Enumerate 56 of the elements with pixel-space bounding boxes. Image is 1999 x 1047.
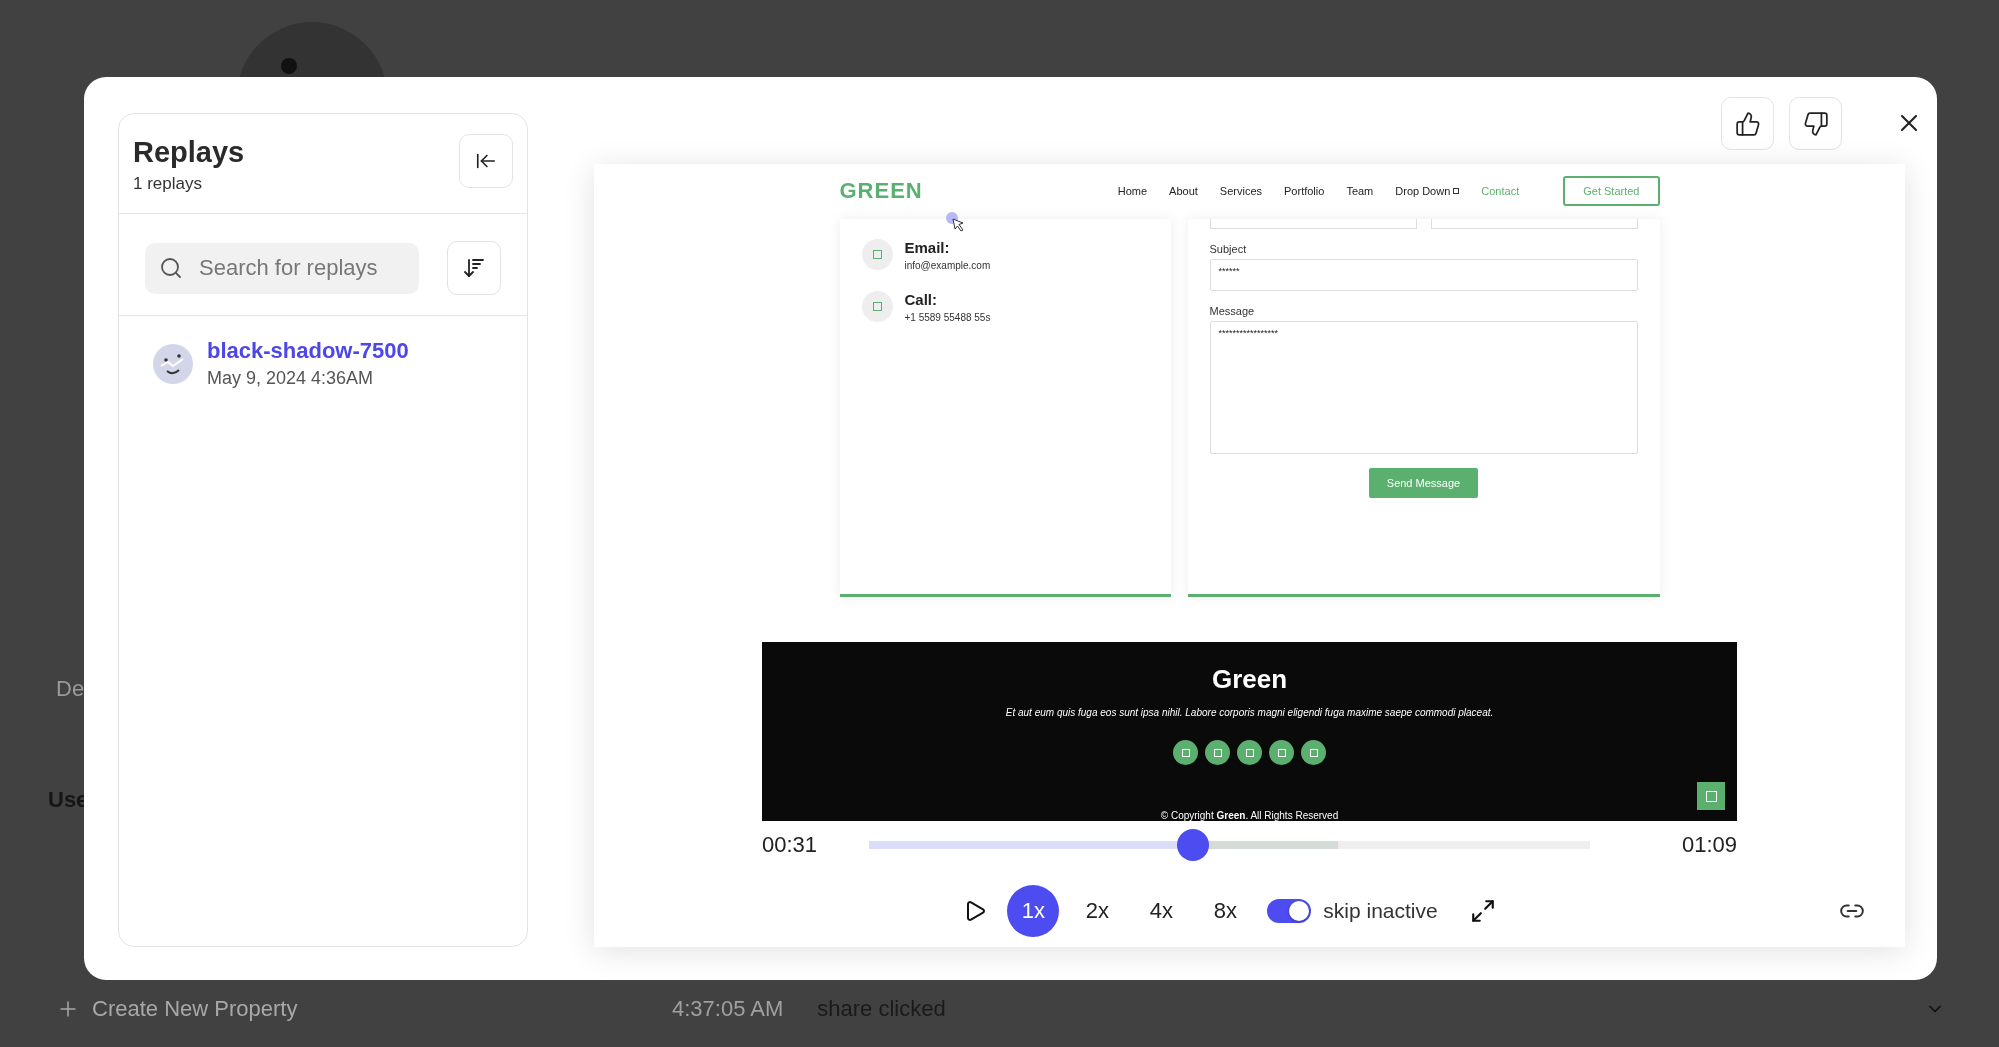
- event-time: 4:37:05 AM: [672, 996, 784, 1022]
- speed-button[interactable]: 8x: [1199, 885, 1252, 937]
- social-icon[interactable]: [1301, 740, 1326, 765]
- contact-label: Call:: [904, 291, 938, 308]
- create-property-button[interactable]: Create New Property: [56, 996, 616, 1022]
- square-icon: [1453, 187, 1460, 194]
- copyright-text: © Copyright Green. All Rights Reserved: [1160, 810, 1339, 821]
- replay-date: May 9, 2024 4:36AM: [207, 368, 375, 389]
- replay-item[interactable]: black-shadow-7500 May 9, 2024 4:36AM: [119, 316, 527, 411]
- timeline-handle[interactable]: [1177, 829, 1210, 861]
- field-label: Subject: [1209, 243, 1248, 255]
- footer-tagline: Et aut eum quis fuga eos sunt ipsa nihil. Labore corporis magni eligendi fuga maxime saepe commodi placeat.: [1005, 707, 1494, 718]
- input-field[interactable]: ******: [1209, 259, 1638, 291]
- thumbs-down-button[interactable]: [1789, 97, 1842, 150]
- fullscreen-button[interactable]: [1469, 898, 1496, 924]
- section-heading: De: [56, 676, 85, 702]
- contact-icon: [861, 239, 893, 270]
- social-icon[interactable]: [1269, 740, 1294, 765]
- avatar-icon: [153, 343, 193, 384]
- nav-link[interactable]: Team: [1346, 184, 1374, 197]
- social-icon[interactable]: [1205, 740, 1230, 765]
- field-label: Message: [1209, 305, 1256, 317]
- nav-link[interactable]: Home: [1117, 184, 1148, 197]
- contact-label: Email:: [904, 239, 951, 256]
- sort-button[interactable]: [447, 241, 501, 295]
- contact-icon: [861, 291, 893, 322]
- site-logo: GREEN: [839, 177, 923, 204]
- speed-button[interactable]: 1x: [1007, 885, 1060, 937]
- speed-button[interactable]: 4x: [1135, 885, 1188, 937]
- contact-value: info@example.com: [904, 260, 991, 271]
- current-time: 00:31: [762, 832, 819, 858]
- contact-value: +1 5589 55488 55s: [904, 312, 991, 323]
- skip-inactive-label: skip inactive: [1323, 899, 1438, 923]
- search-field[interactable]: Search for replays: [145, 242, 419, 294]
- replay-count: 1 replays: [133, 174, 203, 194]
- footer-title: Green: [1211, 664, 1288, 695]
- back-to-top-button[interactable]: [1697, 782, 1725, 810]
- total-time: 01:09: [1681, 832, 1737, 858]
- sort-icon: [462, 256, 486, 280]
- thumbs-down-icon: [1802, 110, 1829, 137]
- nav-link[interactable]: Portfolio: [1284, 184, 1325, 197]
- thumbs-up-icon: [1734, 110, 1761, 137]
- message-field[interactable]: *****************: [1209, 321, 1638, 454]
- nav-link[interactable]: About: [1169, 184, 1198, 197]
- panel-title: Replays: [133, 135, 245, 170]
- nav-link[interactable]: Drop Down: [1395, 184, 1460, 197]
- speed-button[interactable]: 2x: [1071, 885, 1124, 937]
- nav-link[interactable]: Services: [1219, 184, 1262, 197]
- replay-name: black-shadow-7500: [207, 338, 409, 364]
- input-field[interactable]: [1209, 219, 1417, 229]
- thumbs-up-button[interactable]: [1721, 97, 1774, 150]
- social-icon[interactable]: [1173, 740, 1198, 765]
- input-field[interactable]: [1430, 219, 1638, 229]
- search-icon: [159, 255, 183, 280]
- social-icon[interactable]: [1237, 740, 1262, 765]
- collapse-button[interactable]: [459, 134, 513, 188]
